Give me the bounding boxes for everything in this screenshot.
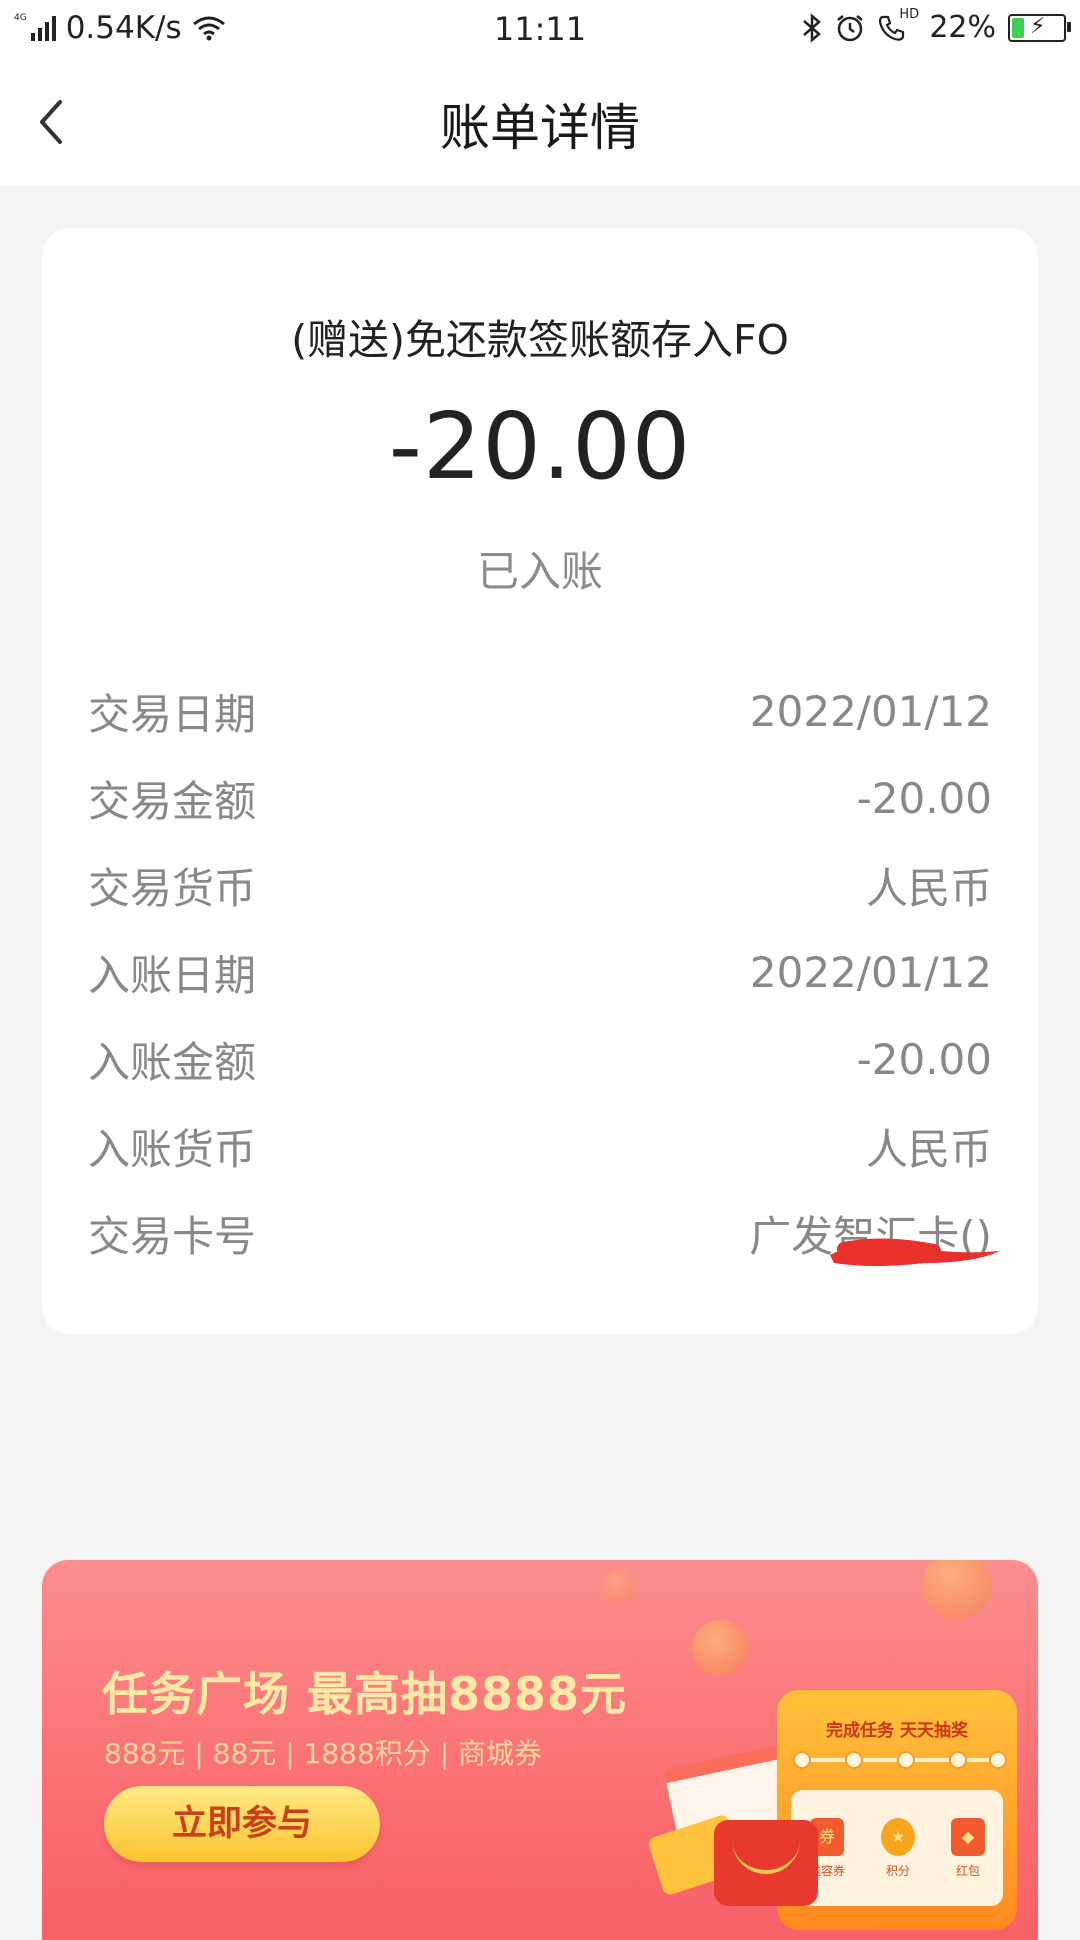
coin-decoration bbox=[922, 1560, 992, 1620]
promo-subtitle: 888元 | 88元 | 1888积分 | 商城券 bbox=[104, 1737, 543, 1770]
redaction-mark bbox=[830, 1238, 1000, 1266]
join-now-button[interactable]: 立即参与 bbox=[104, 1786, 380, 1862]
detail-value: 人民币 bbox=[865, 1125, 992, 1174]
transaction-description: (赠送)免还款签账额存入FO bbox=[291, 316, 789, 364]
red-envelope-icon: ◆ bbox=[950, 1817, 985, 1856]
detail-row-trade-amount: 交易金额 -20.00 bbox=[88, 755, 992, 842]
detail-value: 2022/01/12 bbox=[749, 948, 992, 997]
promo-banner[interactable]: 任务广场 最高抽8888元 888元 | 88元 | 1888积分 | 商城券 … bbox=[42, 1560, 1038, 1940]
detail-label: 入账货币 bbox=[88, 1125, 257, 1174]
page-title: 账单详情 bbox=[440, 99, 640, 157]
task-item: ◆ 红包 bbox=[950, 1817, 985, 1879]
transaction-amount: -20.00 bbox=[388, 393, 692, 500]
detail-row-post-date: 入账日期 2022/01/12 bbox=[88, 929, 992, 1016]
detail-value: -20.00 bbox=[856, 774, 992, 823]
bluetooth-icon bbox=[803, 12, 822, 43]
detail-label: 交易金额 bbox=[88, 777, 257, 826]
task-progress-track bbox=[793, 1751, 1007, 1769]
hd-label: HD bbox=[899, 6, 920, 22]
detail-value: 人民币 bbox=[865, 864, 992, 913]
detail-label: 交易日期 bbox=[88, 690, 257, 739]
detail-label: 入账日期 bbox=[88, 951, 257, 1000]
detail-label: 交易货币 bbox=[88, 864, 257, 913]
detail-row-trade-date: 交易日期 2022/01/12 bbox=[88, 668, 992, 755]
battery-icon: ⚡ bbox=[1008, 13, 1071, 42]
task-board-title: 完成任务 天天抽奖 bbox=[826, 1721, 968, 1741]
bill-detail-card: (赠送)免还款签账额存入FO -20.00 已入账 交易日期 2022/01/1… bbox=[42, 228, 1038, 1334]
coin-decoration bbox=[602, 1570, 636, 1604]
detail-row-post-currency: 入账货币 人民币 bbox=[88, 1103, 992, 1190]
status-right: HD 22% ⚡ bbox=[801, 7, 1071, 45]
star-coin-icon: ★ bbox=[880, 1817, 915, 1856]
detail-label: 交易卡号 bbox=[88, 1212, 257, 1261]
battery-percent: 22% bbox=[929, 10, 996, 45]
detail-label: 入账金额 bbox=[88, 1038, 257, 1087]
detail-row-card-number: 交易卡号 广发智汇卡() bbox=[88, 1190, 1000, 1277]
task-item: ★ 积分 bbox=[880, 1817, 915, 1879]
detail-list: 交易日期 2022/01/12 交易金额 -20.00 交易货币 人民币 入账日… bbox=[88, 668, 1000, 1277]
coin-decoration bbox=[692, 1620, 748, 1676]
detail-value: 2022/01/12 bbox=[749, 687, 992, 736]
detail-row-trade-currency: 交易货币 人民币 bbox=[88, 842, 992, 929]
detail-row-post-amount: 入账金额 -20.00 bbox=[88, 1016, 992, 1103]
detail-value: -20.00 bbox=[856, 1035, 992, 1084]
alarm-icon bbox=[837, 14, 864, 41]
promo-title: 任务广场 最高抽8888元 bbox=[102, 1667, 628, 1721]
nav-bar: 账单详情 bbox=[0, 56, 1080, 186]
transaction-status: 已入账 bbox=[476, 547, 603, 596]
battery-fill bbox=[1012, 17, 1024, 38]
red-envelope-illustration bbox=[714, 1820, 818, 1906]
status-bar: 4G 0.54K/s 11:11 HD 22% ⚡ bbox=[0, 0, 1080, 56]
task-panel: 券 送容券 ★ 积分 ◆ 红包 bbox=[791, 1790, 1003, 1906]
hd-call-icon: HD bbox=[877, 7, 919, 43]
